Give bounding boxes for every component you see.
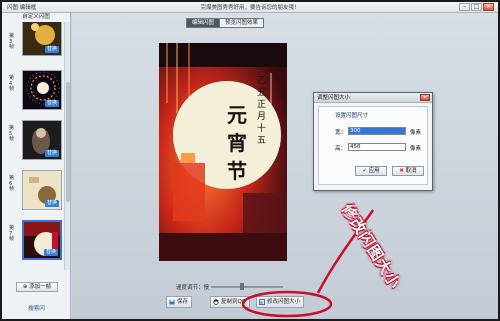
frame-list: 第3帧 替换 第4帧 替换 第5帧 替换 第6帧 替换 第7帧 替换 — [2, 22, 64, 270]
frame-item[interactable]: 第5帧 替换 — [2, 120, 64, 164]
speed-slider[interactable] — [211, 286, 283, 288]
dialog-heading: 设置闪图尺寸 — [335, 113, 369, 119]
copy-label: 复制到QQ — [221, 299, 247, 305]
apply-button[interactable]: ✔ 应用 — [355, 166, 387, 176]
height-unit: 像素 — [410, 146, 422, 152]
swap-button[interactable]: 替换 — [44, 46, 59, 53]
save-label: 保存 — [177, 299, 189, 305]
lantern-poster-image — [159, 43, 287, 261]
swap-button[interactable]: 替换 — [43, 249, 58, 256]
save-button[interactable]: 保存 — [166, 296, 193, 308]
dialog-close-button[interactable]: × — [420, 94, 430, 101]
frame-item-selected[interactable]: 第7帧 替换 — [2, 220, 64, 264]
frame-label: 第3帧 — [9, 33, 15, 50]
resize-image-button[interactable]: 修改闪图大小 — [256, 296, 305, 308]
image-canvas[interactable]: 乙丑正月十五 元宵节 — [159, 43, 287, 261]
editor-area: 编辑闪图 预览闪图效果 乙丑正月十五 元宵节 速度调节：慢 保存 复制到QQ 修… — [72, 13, 498, 319]
apply-label: 应用 — [368, 168, 380, 174]
frame-thumbnail[interactable]: 替换 — [22, 170, 62, 210]
cancel-label: 取消 — [405, 168, 417, 174]
frame-item[interactable]: 第3帧 替换 — [2, 22, 64, 60]
width-input[interactable] — [348, 127, 406, 135]
title-bar: 闪图 编辑框 完爆美图秀秀好用，要告诉您的朋友哦！ – □ × — [2, 2, 498, 13]
frame-label: 第4帧 — [9, 75, 15, 92]
frame-item[interactable]: 第6帧 替换 — [2, 170, 64, 214]
speed-label: 速度调节：慢 — [176, 285, 210, 291]
dialog-body: 设置闪图尺寸 宽： 像素 高： 像素 ✔ 应用 ✖ 取消 — [318, 106, 428, 185]
frame-thumbnail[interactable]: 替换 — [22, 120, 62, 160]
promo-text: 完爆美图秀秀好用，要告诉您的朋友哦！ — [200, 5, 300, 11]
swap-button[interactable]: 替换 — [44, 200, 59, 207]
frame-thumbnail[interactable]: 替换 — [22, 220, 62, 260]
tab-preview[interactable]: 预览闪图效果 — [220, 18, 265, 28]
save-icon — [169, 299, 175, 305]
frame-label: 第7帧 — [9, 225, 15, 242]
frame-item[interactable]: 第4帧 替换 — [2, 70, 64, 114]
scrollbar-thumb[interactable] — [66, 82, 70, 202]
frame-list-scrollbar[interactable] — [64, 22, 70, 270]
dialog-title: 调整闪图大小 — [314, 93, 432, 103]
close-button[interactable]: × — [483, 3, 494, 11]
resize-label: 修改闪图大小 — [267, 299, 301, 305]
frame-label: 第5帧 — [9, 125, 15, 142]
swap-button[interactable]: 替换 — [44, 150, 59, 157]
frame-thumbnail[interactable]: 替换 — [22, 22, 62, 56]
resize-dialog: 调整闪图大小 × 设置闪图尺寸 宽： 像素 高： 像素 ✔ 应用 ✖ 取消 — [313, 92, 433, 191]
sidebar-heading: 自定义闪图 — [22, 14, 50, 20]
width-unit: 像素 — [410, 130, 422, 136]
resize-icon — [259, 299, 265, 305]
poster-text-title: 元宵节 — [227, 103, 247, 183]
cancel-button[interactable]: ✖ 取消 — [392, 166, 424, 176]
height-input[interactable] — [348, 143, 406, 151]
minimize-button[interactable]: – — [459, 3, 470, 11]
height-label: 高： — [335, 146, 347, 152]
add-frame-label: 添加一帧 — [29, 284, 52, 290]
speed-slider-handle[interactable] — [240, 283, 244, 290]
qq-icon — [213, 299, 219, 305]
frame-sidebar: 自定义闪图 第3帧 替换 第4帧 替换 第5帧 替换 第6帧 替换 第7帧 替换… — [2, 13, 71, 319]
tab-edit[interactable]: 编辑闪图 — [186, 18, 221, 28]
poster-text-date: 乙丑正月十五 — [257, 76, 267, 146]
copy-to-qq-button[interactable]: 复制到QQ — [210, 296, 251, 308]
swap-button[interactable]: 替换 — [44, 100, 59, 107]
add-frame-button[interactable]: ⊕ 添加一帧 — [16, 282, 58, 292]
frame-label: 第6帧 — [9, 175, 15, 192]
maximize-button[interactable]: □ — [471, 3, 482, 11]
mode-tabs: 编辑闪图 预览闪图效果 — [186, 18, 265, 28]
tips-link[interactable]: 搜索闪 — [2, 304, 71, 312]
width-label: 宽： — [335, 130, 347, 136]
frame-thumbnail[interactable]: 替换 — [22, 70, 62, 110]
